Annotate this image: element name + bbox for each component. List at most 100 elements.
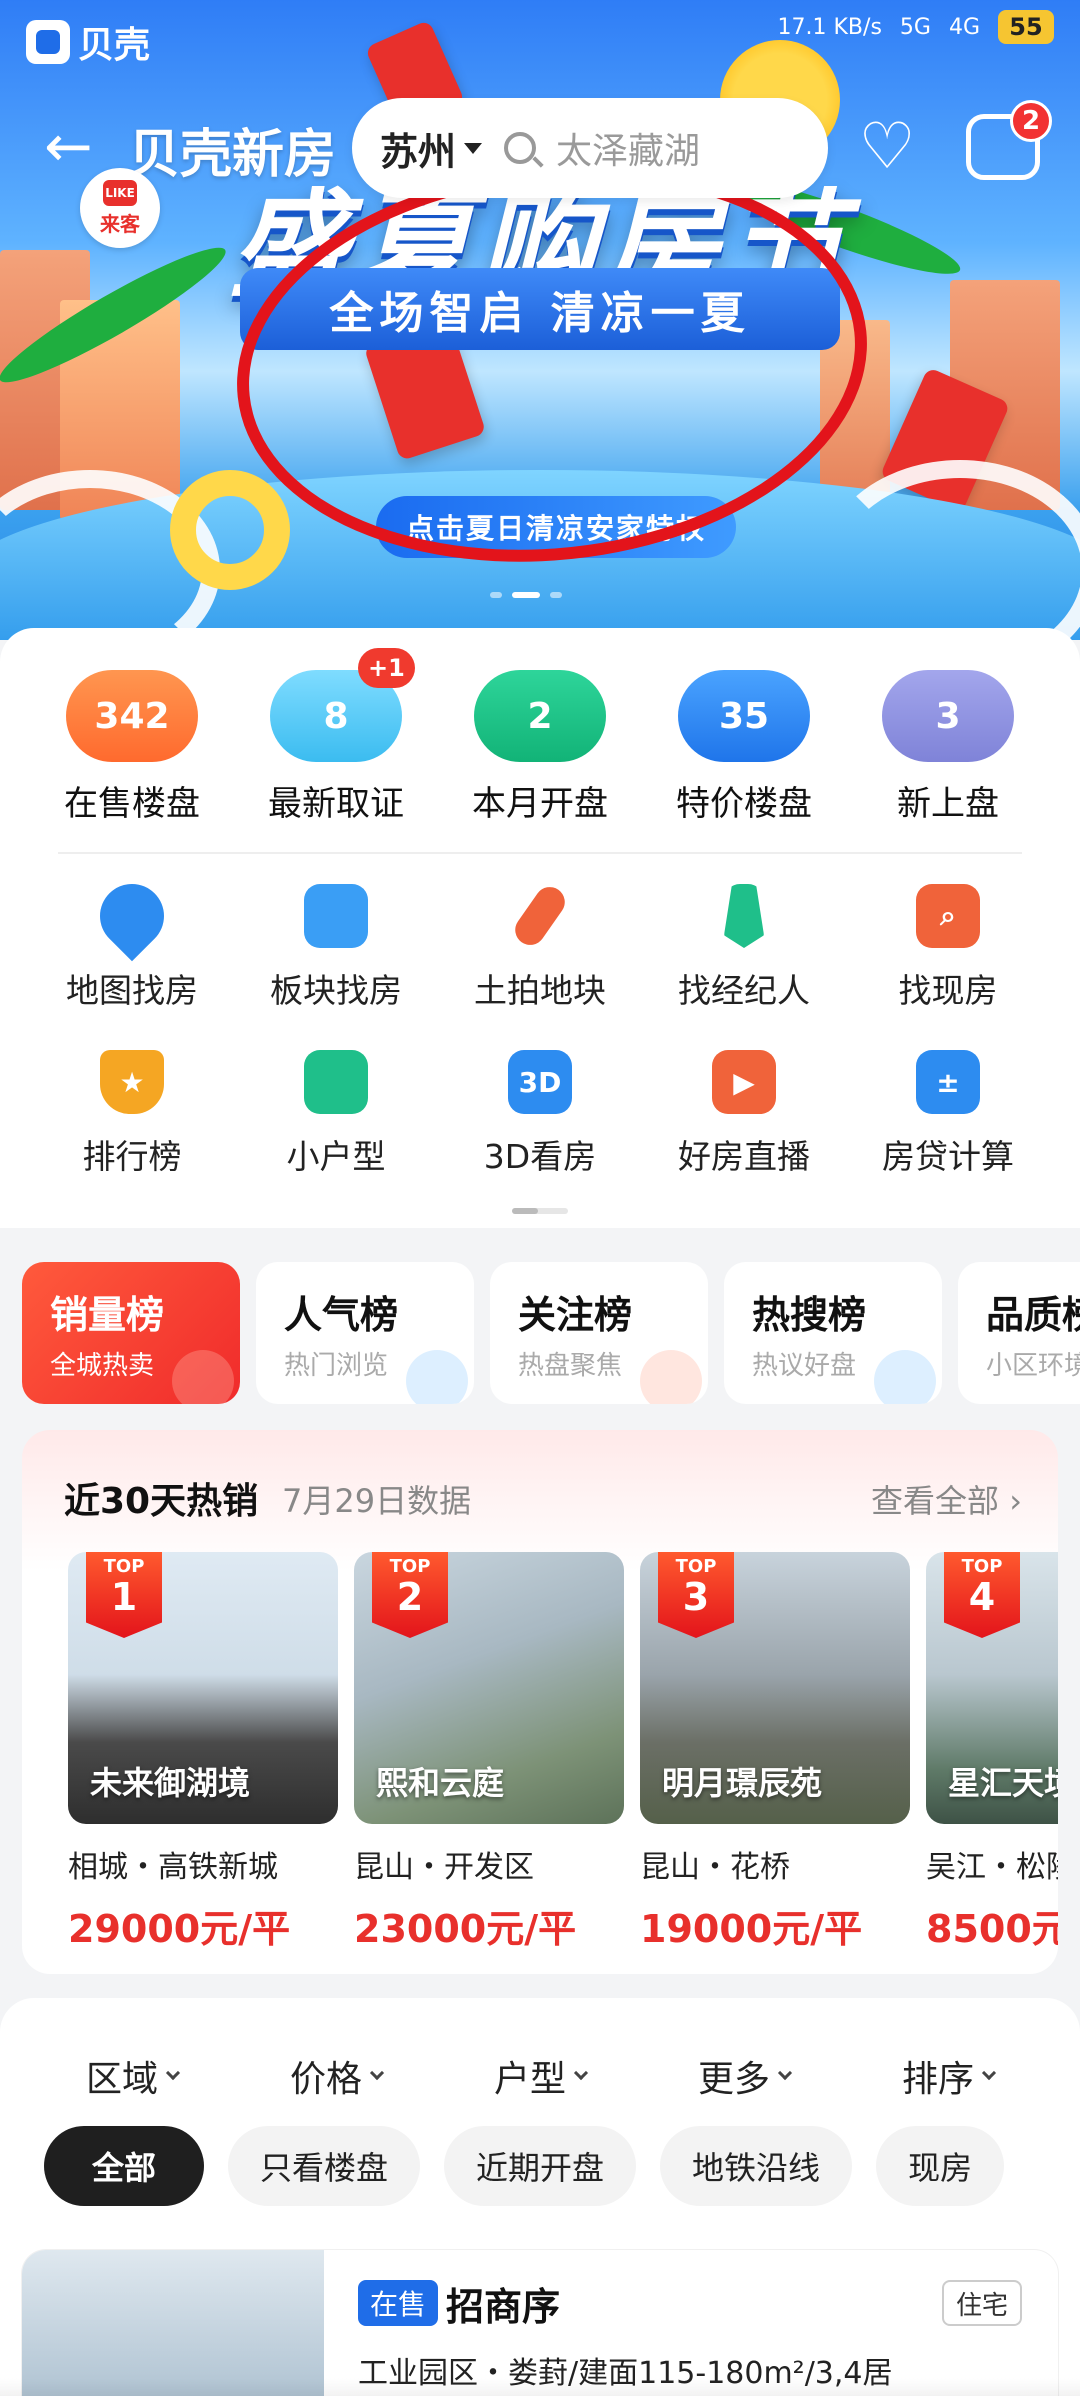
logo-text: 贝壳 [78, 25, 151, 66]
filter-label: 区域 [85, 2059, 158, 2100]
rank-badge: TOP 3 [658, 1552, 734, 1638]
laike-button[interactable]: LIKE 来客 [80, 168, 160, 248]
stat-new-license[interactable]: 8 +1 最新取证 [236, 648, 436, 825]
filter-section: 区域 价格 户型 更多 排序 全部 只看楼盘 近期开盘 地铁沿线 现房 在售 招… [0, 1998, 1080, 2396]
tab-hot-search-rank[interactable]: 热搜榜 热议好盘 [724, 1262, 942, 1404]
floorplan-icon [304, 1050, 368, 1114]
beike-logo-icon [26, 20, 70, 64]
quick-entry-card: 342 在售楼盘 8 +1 最新取证 2 本月开盘 35 特价楼盘 3 新上盘 [0, 628, 1080, 1228]
icon-label: 板块找房 [270, 971, 402, 1010]
tab-popularity-rank[interactable]: 人气榜 热门浏览 [256, 1262, 474, 1404]
property-location: 相城・高铁新城 [68, 1850, 278, 1885]
property-name: 未来御湖境 [90, 1764, 251, 1802]
stat-pill: 342 [66, 670, 198, 762]
filter-region[interactable]: 区域 [85, 2050, 181, 2102]
hot-property-card[interactable]: 星汇天境 TOP 4 吴江・松陵 8500元/平 [926, 1552, 1058, 1953]
laike-label: 来客 [100, 211, 140, 236]
3d-view-button[interactable]: 3D 3D看房 [440, 1050, 640, 1178]
block-search-button[interactable]: 板块找房 [236, 884, 436, 1012]
filter-label: 更多 [697, 2059, 770, 2100]
hot-property-card[interactable]: 未来御湖境 TOP 1 相城・高铁新城 29000元/平 [68, 1552, 338, 1953]
tab-title: 人气榜 [284, 1293, 399, 1337]
live-play-icon: ▶ [712, 1050, 776, 1114]
hot-property-card[interactable]: 明月璟辰苑 TOP 3 昆山・花桥 19000元/平 [640, 1552, 910, 1953]
3d-cube-icon: 3D [508, 1050, 572, 1114]
chip-all[interactable]: 全部 [44, 2126, 205, 2206]
chip-projects-only[interactable]: 只看楼盘 [228, 2126, 421, 2206]
find-ready-house-button[interactable]: ⌕ 找现房 [848, 884, 1048, 1012]
hot-property-card[interactable]: 熙和云庭 TOP 2 昆山・开发区 23000元/平 [354, 1552, 624, 1953]
stat-label: 新上盘 [897, 784, 999, 824]
tab-sales-rank[interactable]: 销量榜 全城热卖 [22, 1262, 240, 1404]
property-price: 8500元/平 [926, 1907, 1058, 1951]
chip-opening-soon[interactable]: 近期开盘 [444, 2126, 637, 2206]
live-stream-button[interactable]: ▶ 好房直播 [644, 1050, 844, 1178]
tab-attention-rank[interactable]: 关注榜 热盘聚焦 [490, 1262, 708, 1404]
caret-down-icon [464, 142, 483, 154]
status-badge: 在售 [358, 2280, 439, 2326]
property-location: 吴江・松陵 [926, 1850, 1058, 1885]
rank-badge-number: 1 [110, 1575, 138, 1619]
divider [58, 852, 1022, 854]
mortgage-calculator-button[interactable]: ± 房贷计算 [848, 1050, 1048, 1178]
chip-metro[interactable]: 地铁沿线 [660, 2126, 853, 2206]
property-listing[interactable]: 在售 招商序 住宅 工业园区・娄葑/建面115-180m²/3,4居 [22, 2250, 1058, 2396]
favorite-heart-icon[interactable]: ♡ [852, 112, 922, 182]
stat-special-price[interactable]: 35 特价楼盘 [644, 670, 844, 825]
search-bar[interactable]: 苏州 太泽藏湖 [352, 98, 828, 198]
rank-badge-top: TOP [675, 1556, 717, 1577]
tab-subtitle: 小区环境 [986, 1351, 1080, 1381]
rank-badge-top: TOP [961, 1556, 1003, 1577]
pager-thumb [512, 1208, 538, 1214]
stat-pill: 3 [882, 670, 1014, 762]
rank-badge-number: 2 [396, 1575, 424, 1619]
promo-banner[interactable]: 盛夏购房节 全场智启 清凉一夏 点击夏日清凉安家特权 [0, 0, 1080, 640]
rank-badge-number: 3 [682, 1575, 710, 1619]
hot-sales-date: 7月29日数据 [282, 1482, 472, 1520]
filter-more[interactable]: 更多 [697, 2050, 793, 2102]
filter-layout[interactable]: 户型 [493, 2050, 589, 2102]
ranking-button[interactable]: ★ 排行榜 [32, 1050, 232, 1178]
stat-pill: 2 [474, 670, 606, 762]
hot-sales-title: 近30天热销 [64, 1481, 259, 1522]
chevron-down-icon [369, 2065, 385, 2081]
search-input[interactable]: 太泽藏湖 [556, 122, 700, 174]
listing-image [22, 2250, 324, 2396]
stat-opening-this-month[interactable]: 2 本月开盘 [440, 670, 640, 825]
land-auction-button[interactable]: 土拍地块 [440, 881, 640, 1012]
filter-price[interactable]: 价格 [290, 2050, 385, 2102]
city-selector[interactable]: 苏州 [380, 121, 456, 176]
filter-sort[interactable]: 排序 [902, 2050, 997, 2102]
page: 盛夏购房节 全场智启 清凉一夏 点击夏日清凉安家特权 贝壳 17.1 KB/s … [0, 0, 1080, 2396]
page-title: 贝壳新房 [128, 125, 337, 185]
view-all-link[interactable]: 查看全部 › [871, 1476, 1022, 1522]
property-name: 星汇天境 [948, 1764, 1058, 1802]
map-search-button[interactable]: 地图找房 [32, 870, 232, 1012]
small-unit-button[interactable]: 小户型 [236, 1050, 436, 1178]
chevron-down-icon [573, 2065, 589, 2081]
rank-badge-top: TOP [389, 1556, 431, 1577]
stat-newly-listed[interactable]: 3 新上盘 [848, 670, 1048, 825]
icon-label: 土拍地块 [474, 971, 606, 1010]
stat-on-sale[interactable]: 342 在售楼盘 [32, 670, 232, 825]
gesture-bar [0, 2378, 1080, 2396]
find-agent-button[interactable]: 找经纪人 [644, 884, 844, 1012]
chip-ready-house[interactable]: 现房 [876, 2126, 1005, 2206]
signal-5g: 5G [899, 14, 931, 40]
signal-4g: 4G [948, 14, 980, 40]
battery-indicator: 55 [998, 10, 1054, 44]
tab-title: 品质榜 [986, 1293, 1080, 1337]
filter-label: 户型 [493, 2059, 566, 2100]
swim-ring-decoration [170, 470, 290, 590]
search-icon [504, 132, 537, 164]
stat-label: 特价楼盘 [676, 784, 812, 824]
tab-quality-rank[interactable]: 品质榜 小区环境 [958, 1262, 1080, 1404]
property-price: 29000元/平 [68, 1907, 291, 1951]
icon-label: 找现房 [898, 971, 998, 1010]
icon-row: 地图找房 板块找房 土拍地块 找经纪人 ⌕ 找现房 [0, 870, 1080, 1012]
back-arrow-icon[interactable]: ← [44, 117, 108, 175]
rank-badge: TOP 2 [372, 1552, 448, 1638]
property-location: 昆山・开发区 [354, 1850, 534, 1885]
flame-icon [172, 1350, 234, 1404]
stat-label: 最新取证 [268, 784, 404, 824]
